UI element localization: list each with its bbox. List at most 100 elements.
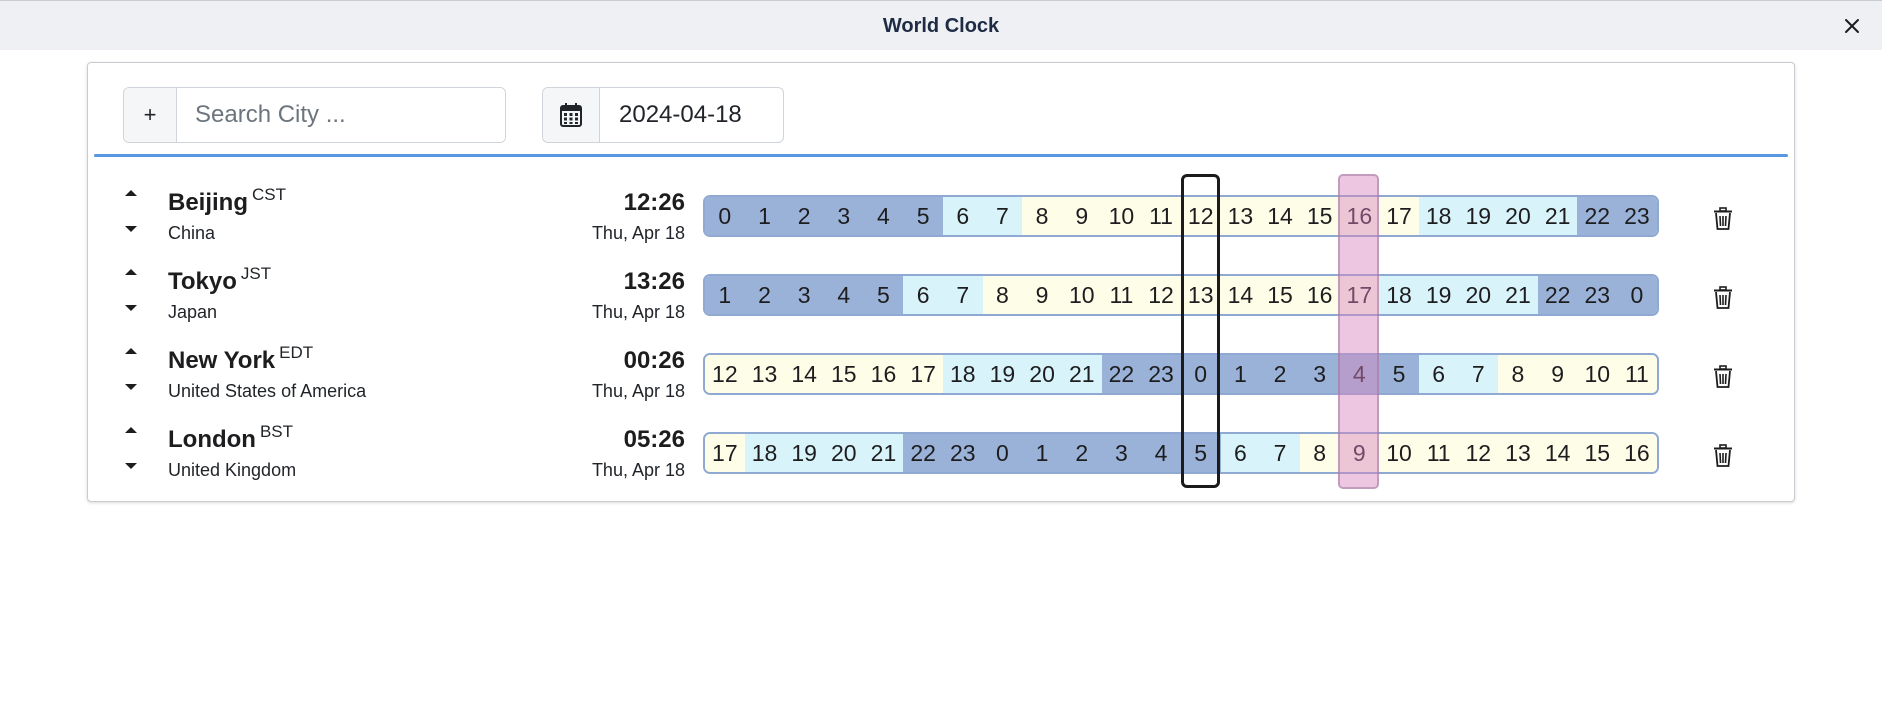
hour-cell[interactable]: 21	[863, 434, 904, 472]
hour-cell[interactable]: 6	[942, 197, 983, 235]
hour-cell[interactable]: 7	[982, 197, 1023, 235]
hour-cell[interactable]: 21	[1498, 276, 1538, 314]
hour-cell[interactable]: 11	[1101, 276, 1142, 314]
hour-cell[interactable]: 17	[705, 434, 745, 472]
hour-cell[interactable]: 15	[823, 355, 864, 393]
hour-cell[interactable]: 18	[1379, 276, 1419, 314]
hour-cell[interactable]: 1	[1220, 355, 1261, 393]
hour-cell[interactable]: 12	[1458, 434, 1499, 472]
hour-cell[interactable]: 16	[1299, 276, 1340, 314]
hour-cell[interactable]: 20	[823, 434, 864, 472]
hour-cell[interactable]: 15	[1299, 197, 1340, 235]
hour-cell[interactable]: 8	[1299, 434, 1340, 472]
hour-cell[interactable]: 15	[1260, 276, 1300, 314]
hour-cell[interactable]: 9	[1339, 434, 1380, 472]
hour-cell[interactable]: 5	[903, 197, 943, 235]
hour-cell[interactable]: 18	[1418, 197, 1459, 235]
hour-cell[interactable]: 8	[1022, 197, 1062, 235]
search-input[interactable]	[177, 88, 505, 142]
hour-cell[interactable]: 7	[1458, 355, 1499, 393]
hour-cell[interactable]: 5	[1379, 355, 1419, 393]
hour-cell[interactable]: 19	[784, 434, 824, 472]
hour-cell[interactable]: 14	[784, 355, 824, 393]
hour-cell[interactable]: 10	[1379, 434, 1419, 472]
hour-cell[interactable]: 7	[1260, 434, 1300, 472]
hour-cell[interactable]: 3	[784, 276, 824, 314]
hour-cell[interactable]: 22	[1577, 197, 1618, 235]
hour-cell[interactable]: 14	[1537, 434, 1578, 472]
hour-cell[interactable]: 13	[1220, 197, 1261, 235]
hour-cell[interactable]: 9	[1537, 355, 1578, 393]
hour-cell[interactable]: 22	[1101, 355, 1142, 393]
move-down-icon[interactable]	[122, 222, 140, 236]
hour-cell[interactable]: 1	[744, 197, 785, 235]
hour-cell[interactable]: 1	[705, 276, 745, 314]
hour-cell[interactable]: 21	[1537, 197, 1578, 235]
hour-cell[interactable]: 2	[784, 197, 824, 235]
hour-cell[interactable]: 14	[1220, 276, 1261, 314]
hour-cell[interactable]: 12	[1141, 276, 1181, 314]
hour-cell[interactable]: 19	[1418, 276, 1459, 314]
hour-cell[interactable]: 0	[1180, 355, 1221, 393]
move-down-icon[interactable]	[122, 459, 140, 473]
hour-cell[interactable]: 8	[982, 276, 1023, 314]
hour-cell[interactable]: 17	[1379, 197, 1419, 235]
move-up-icon[interactable]	[122, 265, 140, 279]
hour-cell[interactable]: 20	[1022, 355, 1062, 393]
calendar-icon[interactable]	[543, 88, 600, 142]
hour-cell[interactable]: 20	[1498, 197, 1538, 235]
hour-cell[interactable]: 3	[823, 197, 864, 235]
hour-cell[interactable]: 4	[863, 197, 904, 235]
hour-cell[interactable]: 21	[1061, 355, 1102, 393]
hour-cell[interactable]: 6	[903, 276, 943, 314]
hour-cell[interactable]: 18	[942, 355, 983, 393]
hour-cell[interactable]: 13	[1180, 276, 1221, 314]
move-down-icon[interactable]	[122, 380, 140, 394]
hour-cell[interactable]: 10	[1101, 197, 1142, 235]
hour-cell[interactable]: 19	[1458, 197, 1499, 235]
close-icon[interactable]	[1838, 12, 1866, 40]
move-down-icon[interactable]	[122, 301, 140, 315]
hour-cell[interactable]: 6	[1220, 434, 1261, 472]
hour-cell[interactable]: 19	[982, 355, 1023, 393]
hour-cell[interactable]: 17	[1339, 276, 1380, 314]
hour-cell[interactable]: 13	[1498, 434, 1538, 472]
hour-cell[interactable]: 3	[1101, 434, 1142, 472]
hour-cell[interactable]: 12	[705, 355, 745, 393]
move-up-icon[interactable]	[122, 423, 140, 437]
hour-cell[interactable]: 18	[744, 434, 785, 472]
hour-cell[interactable]: 3	[1299, 355, 1340, 393]
hour-cell[interactable]: 2	[1061, 434, 1102, 472]
hour-cell[interactable]: 9	[1061, 197, 1102, 235]
hour-cell[interactable]: 0	[1617, 276, 1657, 314]
hour-cell[interactable]: 23	[1141, 355, 1181, 393]
trash-icon[interactable]	[1712, 444, 1734, 468]
hour-cell[interactable]: 22	[903, 434, 943, 472]
hour-cell[interactable]: 9	[1022, 276, 1062, 314]
hour-cell[interactable]: 14	[1260, 197, 1300, 235]
date-value[interactable]: 2024-04-18	[600, 88, 783, 142]
hour-cell[interactable]: 6	[1418, 355, 1459, 393]
hour-cell[interactable]: 23	[1577, 276, 1618, 314]
hour-cell[interactable]: 4	[823, 276, 864, 314]
move-up-icon[interactable]	[122, 344, 140, 358]
trash-icon[interactable]	[1712, 286, 1734, 310]
hour-cell[interactable]: 5	[1180, 434, 1221, 472]
hour-cell[interactable]: 17	[903, 355, 943, 393]
hour-cell[interactable]: 11	[1617, 355, 1657, 393]
hour-cell[interactable]: 2	[1260, 355, 1300, 393]
hour-cell[interactable]: 13	[744, 355, 785, 393]
hour-cell[interactable]: 12	[1180, 197, 1221, 235]
hour-cell[interactable]: 4	[1141, 434, 1181, 472]
add-city-button[interactable]: +	[124, 88, 177, 142]
hour-cell[interactable]: 11	[1141, 197, 1181, 235]
hour-cell[interactable]: 8	[1498, 355, 1538, 393]
hour-cell[interactable]: 20	[1458, 276, 1499, 314]
hour-cell[interactable]: 10	[1577, 355, 1618, 393]
hour-cell[interactable]: 5	[863, 276, 904, 314]
hour-cell[interactable]: 11	[1418, 434, 1459, 472]
hour-cell[interactable]: 22	[1537, 276, 1578, 314]
hour-cell[interactable]: 2	[744, 276, 785, 314]
hour-cell[interactable]: 16	[863, 355, 904, 393]
hour-cell[interactable]: 4	[1339, 355, 1380, 393]
